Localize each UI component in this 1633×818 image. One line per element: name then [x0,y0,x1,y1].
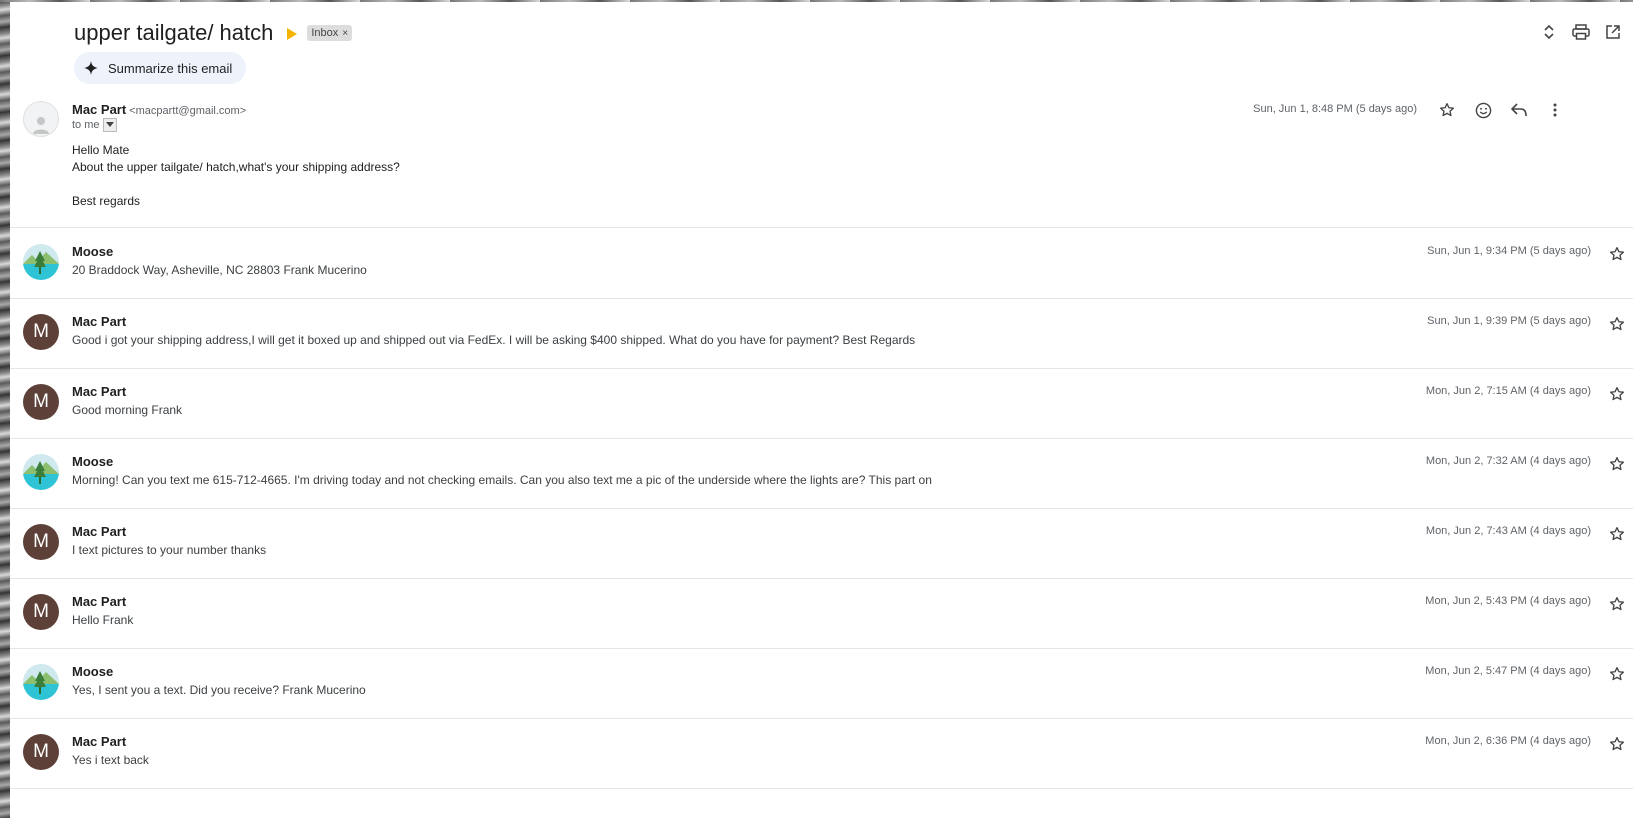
expand-collapse-icon[interactable] [1539,22,1559,42]
message-date: Sun, Jun 1, 8:48 PM (5 days ago) [1253,103,1417,115]
message-snippet: I text pictures to your number thanks [72,543,267,557]
body-line: Best regards [72,194,141,208]
person-icon [33,117,49,134]
message-row[interactable]: M Mac Part I text pictures to your numbe… [10,508,1633,579]
sender-label: Mac Part [72,102,127,117]
emoji-react-icon[interactable] [1473,100,1493,120]
avatar[interactable]: M [23,734,59,770]
summarize-email-button[interactable]: Summarize this email [74,52,247,84]
avatar-letter: M [33,391,49,412]
thread-toolbar [1539,22,1623,42]
recipient-info: to me [72,118,117,132]
avatar[interactable]: M [23,524,59,560]
star-icon[interactable] [1607,384,1627,404]
message-date: Mon, Jun 2, 7:15 AM (4 days ago) [1425,385,1591,397]
message-row[interactable]: M Mac Part Yes i text back Mon, Jun 2, 6… [10,718,1633,789]
email-thread-panel: upper tailgate/ hatch Inbox × Summarize … [10,2,1633,818]
sender-name: Mac Part [72,594,127,609]
star-icon[interactable] [1607,664,1627,684]
avatar-letter: M [33,741,49,762]
message-row[interactable]: Moose Yes, I sent you a text. Did you re… [10,648,1633,719]
message-snippet: Good morning Frank [72,403,183,417]
message-snippet: Yes, I sent you a text. Did you receive?… [72,683,366,697]
print-icon[interactable] [1571,22,1591,42]
message-snippet: Yes i text back [72,753,149,767]
show-details-button[interactable] [102,118,117,132]
chevron-down-icon [105,122,114,127]
star-icon[interactable] [1607,734,1627,754]
sparkle-icon [84,61,98,75]
star-icon[interactable] [1607,244,1627,264]
sender-name: Mac Part [72,524,127,539]
avatar[interactable] [23,454,59,490]
more-options-icon[interactable] [1545,100,1565,120]
sender-name: Moose [72,664,114,679]
avatar-letter: M [33,531,49,552]
star-icon[interactable] [1607,594,1627,614]
star-icon[interactable] [1607,314,1627,334]
star-icon[interactable] [1607,524,1627,544]
important-marker-icon[interactable] [287,28,298,40]
avatar[interactable] [23,101,59,137]
message-date: Sun, Jun 1, 9:34 PM (5 days ago) [1427,245,1591,257]
sender-name: Moose [72,454,114,469]
star-icon[interactable] [1437,100,1457,120]
subject-title: upper tailgate/ hatch [74,20,274,45]
recipient-label: to me [72,119,100,131]
avatar[interactable]: M [23,594,59,630]
message-row[interactable]: M Mac Part Good morning Frank Mon, Jun 2… [10,368,1633,439]
body-line: Hello Mate [72,143,130,157]
message-date: Mon, Jun 2, 6:36 PM (4 days ago) [1425,735,1591,747]
sender-name: Mac Part [72,314,127,329]
sender-name[interactable]: Mac Part <macpartt@gmail.com> [72,102,246,117]
avatar-letter: M [33,601,49,622]
avatar[interactable] [23,664,59,700]
subject-header: upper tailgate/ hatch Inbox × [74,20,353,46]
open-new-window-icon[interactable] [1603,22,1623,42]
avatar[interactable]: M [23,384,59,420]
message-row[interactable]: M Mac Part Good i got your shipping addr… [10,298,1633,369]
sender-name: Mac Part [72,734,127,749]
message-snippet: 20 Braddock Way, Asheville, NC 28803 Fra… [72,263,367,277]
message-date: Mon, Jun 2, 5:43 PM (4 days ago) [1425,595,1591,607]
star-icon[interactable] [1607,454,1627,474]
inbox-label: Inbox × [307,25,353,41]
avatar-letter: M [33,321,49,342]
landscape-avatar-icon [23,244,59,280]
message-snippet: Morning! Can you text me 615-712-4665. I… [72,473,932,487]
avatar[interactable]: M [23,314,59,350]
message-row[interactable]: M Mac Part Hello Frank Mon, Jun 2, 5:43 … [10,578,1633,649]
message-date: Sun, Jun 1, 9:39 PM (5 days ago) [1427,315,1591,327]
sender-name: Moose [72,244,114,259]
message-date: Mon, Jun 2, 7:32 AM (4 days ago) [1425,455,1591,467]
message-date: Mon, Jun 2, 5:47 PM (4 days ago) [1425,665,1591,677]
expanded-message: Mac Part <macpartt@gmail.com> to me Sun, … [10,97,1633,228]
landscape-avatar-icon [23,664,59,700]
sender-name: Mac Part [72,384,127,399]
landscape-avatar-icon [23,454,59,490]
message-snippet: Good i got your shipping address,I will … [72,333,916,347]
body-line: About the upper tailgate/ hatch,what's y… [72,160,400,174]
reply-icon[interactable] [1509,100,1529,120]
desktop-wallpaper [0,0,10,818]
message-row[interactable]: Moose 20 Braddock Way, Asheville, NC 288… [10,228,1633,299]
summarize-label: Summarize this email [108,60,233,76]
sender-email: <macpartt@gmail.com> [129,105,247,117]
remove-label-button[interactable]: × [342,28,348,39]
inbox-label-text: Inbox [311,27,339,39]
message-row[interactable]: Moose Morning! Can you text me 615-712-4… [10,438,1633,509]
avatar[interactable] [23,244,59,280]
message-date: Mon, Jun 2, 7:43 AM (4 days ago) [1425,525,1591,537]
message-snippet: Hello Frank [72,613,134,627]
